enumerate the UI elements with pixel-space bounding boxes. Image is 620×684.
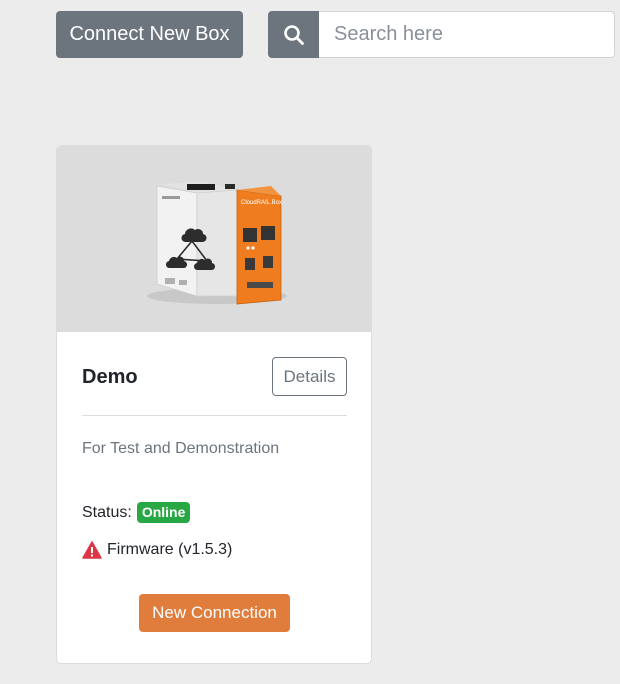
svg-text:CloudRAIL.Box: CloudRAIL.Box: [241, 200, 282, 206]
warning-icon: [82, 541, 102, 559]
search-group: [268, 11, 615, 58]
device-image: CloudRAIL.Box: [147, 182, 287, 305]
device-image-area: CloudRAIL.Box: [57, 146, 371, 332]
status-row: Status: Online: [82, 502, 191, 523]
firmware-label: Firmware (v1.5.3): [107, 541, 233, 558]
search-input[interactable]: [319, 11, 615, 58]
card-title: Demo: [82, 366, 138, 388]
connect-new-box-button[interactable]: Connect New Box: [56, 11, 243, 58]
search-icon: [283, 24, 304, 45]
new-connection-button[interactable]: New Connection: [139, 594, 290, 632]
firmware-row: Firmware (v1.5.3): [82, 541, 232, 559]
status-label: Status:: [82, 503, 132, 521]
details-button[interactable]: Details: [272, 357, 347, 396]
search-button[interactable]: [268, 11, 319, 58]
card-divider: [82, 415, 347, 416]
card-description: For Test and Demonstration: [82, 440, 280, 457]
device-card: CloudRAIL.Box Demo Details For Test and …: [56, 145, 372, 664]
status-badge: Online: [136, 502, 191, 523]
